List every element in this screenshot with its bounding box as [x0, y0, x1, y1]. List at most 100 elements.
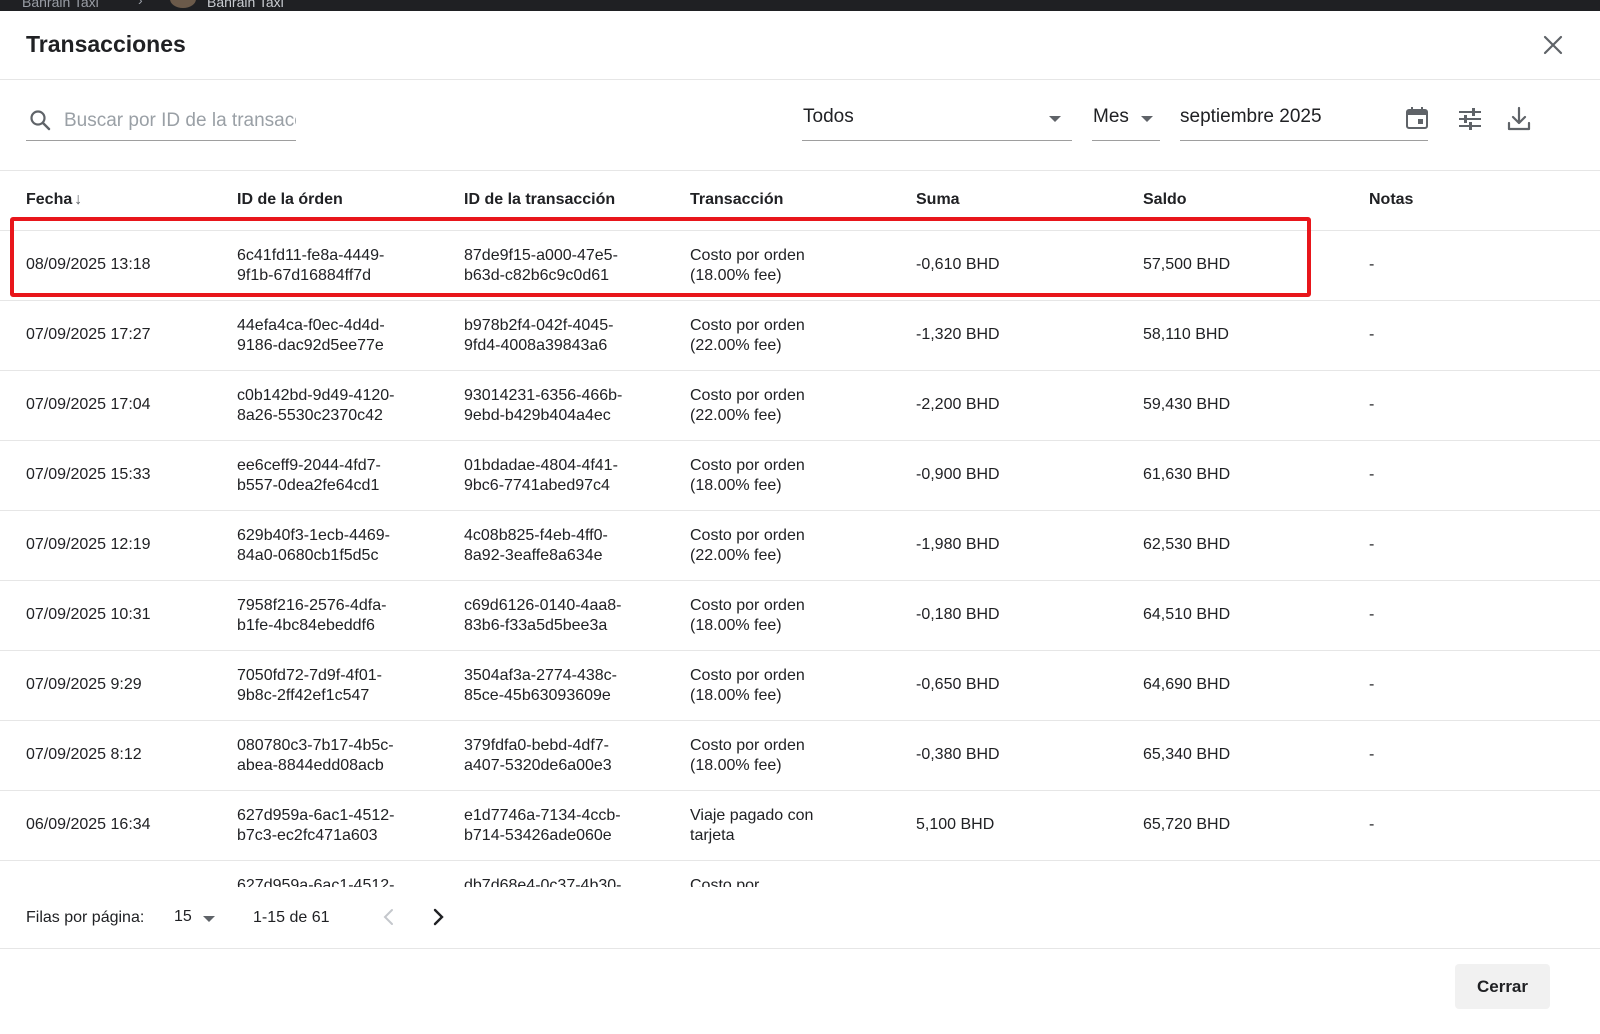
cell-transaction-id: 93014231-6356-466b- 9ebd-b429b404a4ec: [464, 386, 664, 426]
cell-transaction-type-line: tarjeta: [690, 827, 735, 844]
cell-saldo: 65,720 BHD: [1143, 816, 1231, 833]
cell-transaction-type: Costo por orden (22.00% fee): [690, 526, 890, 566]
cell-order-id: 7958f216-2576-4dfa-b1fe-4bc84ebeddf6: [237, 596, 437, 636]
cell-transaction-type-line: (22.00% fee): [690, 337, 782, 354]
cell-suma: -1,980 BHD: [916, 536, 1000, 553]
chevron-right-icon: ›: [138, 0, 143, 8]
cell-saldo: 65,340 BHD: [1143, 746, 1231, 763]
cell-order-id-line: 7050fd72-7d9f-4f01-: [237, 667, 382, 684]
cell-transaction-type-line: (22.00% fee): [690, 547, 782, 564]
chevron-right-icon: [433, 908, 444, 926]
cell-notas: -: [1369, 256, 1375, 273]
cell-saldo: 59,430 BHD: [1143, 396, 1231, 413]
column-header-label: Fecha: [26, 191, 73, 208]
cell-transaction-id-line: c69d6126-0140-4aa8-: [464, 597, 622, 614]
table-row[interactable]: 07/09/2025 9:29 7050fd72-7d9f-4f01- 9b8c-2…: [0, 651, 1600, 721]
search-icon: [30, 110, 51, 131]
table-row[interactable]: 07/09/2025 12:19 629b40f3-1ecb-4469- 84a0-…: [0, 511, 1600, 581]
cell-fecha: 07/09/2025 15:33: [26, 466, 151, 483]
cell-order-id-line: c0b142bd-9d49-4120-: [237, 387, 395, 404]
cell-transaction-id: 87de9f15-a000-47e5- b63d-c82b6c9c0d61: [464, 246, 664, 286]
cell-order-id: 627d959a-6ac1-4512- b7c3-ec2fc471a603: [237, 806, 437, 846]
cell-fecha: 07/09/2025 10:31: [26, 606, 151, 623]
download-button[interactable]: [1504, 104, 1534, 134]
cell-transaction-type: Viaje pagado con tarjeta: [690, 806, 890, 846]
filter-settings-button[interactable]: [1455, 104, 1485, 134]
cell-transaction-type-line: (18.00% fee): [690, 757, 782, 774]
cell-order-id-line: 629b40f3-1ecb-4469-: [237, 527, 391, 544]
cell-transaction-type-line: (18.00% fee): [690, 477, 782, 494]
cell-transaction-type-line: Costo por orden: [690, 737, 805, 754]
cell-transaction-id: e1d7746a-7134-4ccb-b714-53426ade060e: [464, 806, 664, 846]
period-value: Mes: [1093, 106, 1129, 127]
cell-transaction-id-line: 8a92-3eaffe8a634e: [464, 547, 603, 564]
search-field: [26, 104, 296, 141]
transaction-type-select[interactable]: Todos: [802, 101, 1072, 141]
cell-transaction-id-line: 83b6-f33a5d5bee3a: [464, 617, 608, 634]
cell-order-id-line: b557-0dea2fe64cd1: [237, 477, 380, 494]
table-row[interactable]: 627d959a-6ac1-4512- db7d68e4-0c37-4b30- Co…: [0, 861, 1600, 887]
cell-transaction-id: c69d6126-0140-4aa8- 83b6-f33a5d5bee3a: [464, 596, 664, 636]
column-header-fecha[interactable]: Fecha ↓: [26, 191, 82, 209]
calendar-icon[interactable]: [1404, 105, 1430, 131]
cell-transaction-id: 3504af3a-2774-438c- 85ce-45b63093609e: [464, 666, 664, 706]
rows-per-page-label: Filas por página:: [26, 909, 145, 926]
cell-notas: -: [1369, 396, 1375, 413]
dropdown-arrow-icon: [1049, 116, 1061, 122]
cell-transaction-id-line: 85ce-45b63093609e: [464, 687, 611, 704]
cell-transaction-id-line: 379fdfa0-bebd-4df7-: [464, 737, 609, 754]
cell-order-id-line: 84a0-0680cb1f5d5c: [237, 547, 379, 564]
cell-suma: -0,380 BHD: [916, 746, 1000, 763]
previous-page-button[interactable]: [376, 904, 402, 930]
cell-transaction-id-line: b714-53426ade060e: [464, 827, 612, 844]
cell-order-id-line: ee6ceff9-2044-4fd7-: [237, 457, 381, 474]
cell-transaction-type-line: Costo por orden: [690, 667, 805, 684]
cell-order-id: c0b142bd-9d49-4120- 8a26-5530c2370c42: [237, 386, 437, 426]
cell-order-id-line: 6c41fd11-fe8a-4449-: [237, 247, 385, 264]
search-input[interactable]: [64, 106, 296, 136]
cell-order-id: 629b40f3-1ecb-4469- 84a0-0680cb1f5d5c: [237, 526, 437, 566]
cell-order-id-line: 44efa4ca-f0ec-4d4d-: [237, 317, 385, 334]
cell-transaction-id-line: 87de9f15-a000-47e5-: [464, 247, 618, 264]
cell-transaction-id-line: 93014231-6356-466b-: [464, 387, 623, 404]
cell-saldo: 57,500 BHD: [1143, 256, 1231, 273]
dialog-title: Transacciones: [26, 31, 186, 57]
cell-fecha: 06/09/2025 16:34: [26, 816, 151, 833]
tune-icon: [1459, 108, 1481, 130]
cell-notas: -: [1369, 536, 1375, 553]
transaction-type-value: Todos: [803, 106, 854, 127]
transactions-table: Fecha ↓ ID de la órden ID de la transacci…: [0, 171, 1600, 887]
table-row[interactable]: 07/09/2025 17:27 44efa4ca-f0ec-4d4d- 9186-…: [0, 301, 1600, 371]
breadcrumb-item-current: Bahrain Taxi: [207, 0, 284, 10]
cell-suma: -0,610 BHD: [916, 256, 1000, 273]
cell-transaction-type-line: (18.00% fee): [690, 687, 782, 704]
cell-order-id-line: b1fe-4bc84ebeddf6: [237, 617, 375, 634]
cell-saldo: 61,630 BHD: [1143, 466, 1231, 483]
cell-transaction-type: Costo por: [690, 876, 890, 887]
dropdown-arrow-icon: [1141, 116, 1153, 122]
chevron-left-icon: [383, 909, 393, 925]
cell-order-id: 627d959a-6ac1-4512-: [237, 876, 437, 887]
table-row[interactable]: 07/09/2025 10:31 7958f216-2576-4dfa-b1fe-…: [0, 581, 1600, 651]
table-row[interactable]: 06/09/2025 16:34 627d959a-6ac1-4512- b7c3-…: [0, 791, 1600, 861]
rows-per-page-select[interactable]: 15: [174, 907, 218, 931]
table-row[interactable]: 08/09/2025 13:18 6c41fd11-fe8a-4449- 9f1b-…: [0, 231, 1600, 301]
breadcrumb-item[interactable]: Bahrain Taxi: [22, 0, 99, 10]
date-field[interactable]: septiembre 2025: [1180, 101, 1428, 141]
next-page-button[interactable]: [425, 904, 451, 930]
close-button[interactable]: [1538, 30, 1568, 60]
cell-fecha: 07/09/2025 17:27: [26, 326, 151, 343]
table-row[interactable]: 07/09/2025 17:04 c0b142bd-9d49-4120- 8a26-…: [0, 371, 1600, 441]
table-row[interactable]: 07/09/2025 15:33 ee6ceff9-2044-4fd7- b557-…: [0, 441, 1600, 511]
cell-transaction-id-line: a407-5320de6a00e3: [464, 757, 612, 774]
cell-transaction-id: b978b2f4-042f-4045- 9fd4-4008a39843a6: [464, 316, 664, 356]
table-row[interactable]: 07/09/2025 8:12 080780c3-7b17-4b5c-abea-8…: [0, 721, 1600, 791]
cell-fecha: 07/09/2025 8:12: [26, 746, 142, 763]
cell-transaction-id-line: 9ebd-b429b404a4ec: [464, 407, 611, 424]
period-select[interactable]: Mes: [1092, 101, 1160, 141]
cell-notas: -: [1369, 326, 1375, 343]
close-dialog-button[interactable]: Cerrar: [1455, 964, 1550, 1009]
cell-transaction-type-line: Costo por orden: [690, 247, 805, 264]
cell-transaction-type: Costo por orden (22.00% fee): [690, 386, 890, 426]
cell-suma: -0,900 BHD: [916, 466, 1000, 483]
